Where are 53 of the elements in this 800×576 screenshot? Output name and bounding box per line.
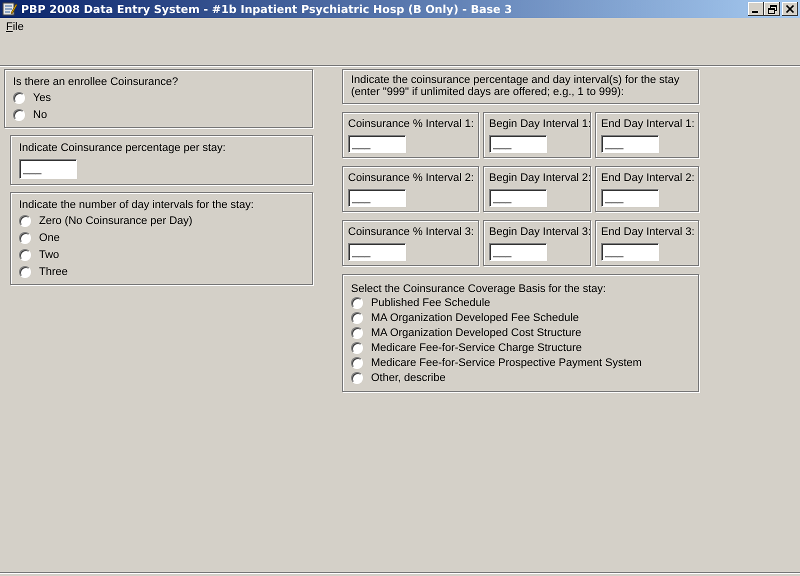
- radio-button[interactable]: [19, 232, 31, 244]
- option-label: Published Fee Schedule: [371, 296, 490, 308]
- question-label: Indicate the number of day intervals for the stay:: [19, 199, 255, 211]
- radio-button[interactable]: [351, 342, 363, 354]
- input-field[interactable]: ___: [601, 243, 659, 261]
- option-label: Medicare Fee-for-Service Charge Structure: [371, 342, 582, 354]
- input-field[interactable]: ___: [348, 189, 406, 207]
- field-label: End Day Interval 3:: [601, 226, 695, 238]
- option-label: Two: [39, 248, 60, 260]
- radio-button[interactable]: [351, 372, 363, 384]
- input-field[interactable]: ___: [489, 189, 547, 207]
- menu-item[interactable]: File: [2, 21, 28, 33]
- radio-button[interactable]: [351, 356, 363, 368]
- option-label: MA Organization Developed Fee Schedule: [371, 312, 579, 324]
- option-label: No: [33, 108, 48, 120]
- close-icon: [786, 5, 794, 13]
- app-icon: [2, 1, 18, 17]
- instruction-text: Indicate the coinsurance percentage and day interval(s) for the stay (enter "999" if unlimited days are offered; e.g., 1 to 999):: [351, 74, 680, 98]
- restore-button[interactable]: [764, 2, 780, 16]
- option-label: Yes: [33, 92, 51, 104]
- minimize-button[interactable]: [748, 2, 764, 16]
- radio-button[interactable]: [19, 248, 31, 260]
- input-field[interactable]: ___: [19, 159, 77, 179]
- restore-icon: [768, 4, 776, 14]
- field-label: Coinsurance % Interval 1:: [348, 118, 475, 130]
- input-field[interactable]: ___: [348, 243, 406, 261]
- radio-button[interactable]: [351, 296, 363, 308]
- option-label: Medicare Fee-for-Service Prospective Payment System: [371, 356, 642, 368]
- field-label: Coinsurance % Interval 2:: [348, 172, 475, 184]
- window-title: PBP 2008 Data Entry System - #1b Inpatient Psychiatric Hosp (B Only) - Base 3: [21, 2, 513, 16]
- radio-button[interactable]: [13, 92, 25, 104]
- input-field[interactable]: ___: [601, 189, 659, 207]
- option-label: One: [39, 232, 60, 244]
- field-label: Coinsurance % Interval 3:: [348, 226, 475, 238]
- radio-button[interactable]: [13, 108, 25, 120]
- question-label: Indicate Coinsurance percentage per stay:: [19, 142, 227, 154]
- option-label: Zero (No Coinsurance per Day): [39, 214, 192, 226]
- option-label: Other, describe: [371, 372, 446, 384]
- input-field[interactable]: ___: [348, 135, 406, 153]
- radio-button[interactable]: [19, 214, 31, 226]
- option-label: MA Organization Developed Cost Structure: [371, 326, 582, 338]
- radio-button[interactable]: [351, 326, 363, 338]
- field-label: End Day Interval 2:: [601, 172, 695, 184]
- input-field[interactable]: ___: [489, 135, 547, 153]
- input-field[interactable]: ___: [489, 243, 547, 261]
- input-field[interactable]: ___: [601, 135, 659, 153]
- radio-button[interactable]: [351, 312, 363, 324]
- field-label: End Day Interval 1:: [601, 118, 695, 130]
- radio-button[interactable]: [19, 266, 31, 278]
- question-label: Is there an enrollee Coinsurance?: [13, 76, 180, 88]
- question-label: Select the Coinsurance Coverage Basis for the stay:: [351, 283, 607, 295]
- option-label: Three: [39, 266, 68, 278]
- close-button[interactable]: [782, 2, 798, 16]
